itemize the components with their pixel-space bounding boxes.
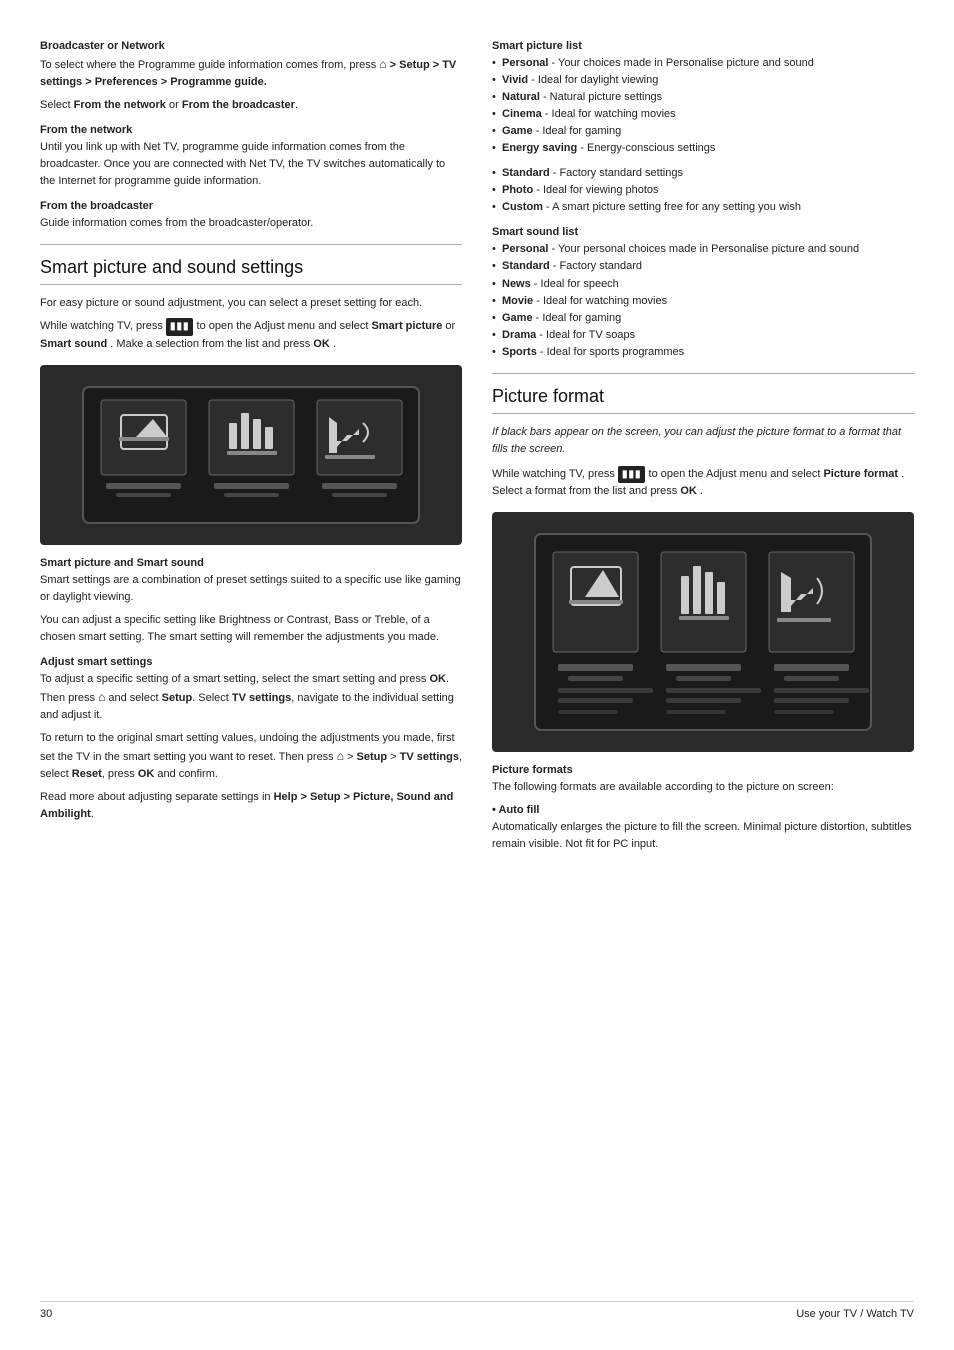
smart-picture-list-2: Standard - Factory standard settingsPhot… [492,165,914,216]
page-section-label: Use your TV / Watch TV [796,1308,914,1320]
adjust-icon-2: ▮▮▮ [618,466,646,484]
from-broadcaster-heading: From the broadcaster [40,200,462,212]
adjust-home-icon-2: ⌂ [337,747,344,766]
picture-formats-heading: Picture formats [492,764,914,776]
divider-2 [492,373,914,374]
select-para: Select From the network or From the broa… [40,97,462,114]
broadcaster-para1: To select where the Programme guide info… [40,55,462,91]
list-item: Movie - Ideal for watching movies [492,293,914,310]
smart-tv-image [40,365,462,545]
list-item: Natural - Natural picture settings [492,89,914,106]
list-item: Personal - Your personal choices made in… [492,241,914,258]
list-item: Personal - Your choices made in Personal… [492,55,914,72]
read-more-para: Read more about adjusting separate setti… [40,789,462,823]
smart-watch-para: While watching TV, press ▮▮▮ to open the… [40,318,462,353]
home-icon: ⌂ [379,55,386,74]
list-item: Game - Ideal for gaming [492,310,914,327]
page: Broadcaster or Network To select where t… [0,0,954,1350]
list-item: Standard - Factory standard settings [492,165,914,182]
adjust-icon: ▮▮▮ [166,318,194,336]
adjust-body2: To return to the original smart setting … [40,730,462,783]
list-item: Energy saving - Energy-conscious setting… [492,140,914,157]
from-network-body: Until you link up with Net TV, programme… [40,139,462,190]
smart-picture-list: Personal - Your choices made in Personal… [492,55,914,157]
smart-picture-sound-heading: Smart picture and Smart sound [40,557,462,569]
from-broadcaster-body: Guide information comes from the broadca… [40,215,462,232]
auto-fill-heading: • Auto fill [492,804,914,816]
smart-picture-list-heading: Smart picture list [492,40,914,52]
picture-format-tv-image [492,512,914,752]
list-item: Cinema - Ideal for watching movies [492,106,914,123]
right-column: Smart picture list Personal - Your choic… [492,30,914,1281]
from-network-heading: From the network [40,124,462,136]
smart-sound-list: Personal - Your personal choices made in… [492,241,914,360]
picture-format-heading: Picture format [492,386,914,414]
adjust-heading: Adjust smart settings [40,656,462,668]
smart-section-heading: Smart picture and sound settings [40,257,462,285]
page-footer: 30 Use your TV / Watch TV [40,1301,914,1320]
list-item: Photo - Ideal for viewing photos [492,182,914,199]
picture-format-tv-svg [533,532,873,732]
picture-format-body: While watching TV, press ▮▮▮ to open the… [492,466,914,501]
list-item: Drama - Ideal for TV soaps [492,327,914,344]
broadcaster-heading: Broadcaster or Network [40,40,462,52]
list-item: Game - Ideal for gaming [492,123,914,140]
list-item: News - Ideal for speech [492,276,914,293]
picture-formats-body: The following formats are available acco… [492,779,914,796]
two-column-layout: Broadcaster or Network To select where t… [40,30,914,1281]
page-number: 30 [40,1308,52,1320]
picture-format-italic: If black bars appear on the screen, you … [492,424,914,458]
left-column: Broadcaster or Network To select where t… [40,30,462,1281]
tv-image-svg [81,385,421,525]
list-item: Standard - Factory standard [492,258,914,275]
smart-sound-list-heading: Smart sound list [492,226,914,238]
adjust-body1: To adjust a specific setting of a smart … [40,671,462,724]
list-item: Sports - Ideal for sports programmes [492,344,914,361]
smart-picture-sound-body1: Smart settings are a combination of pres… [40,572,462,606]
divider-1 [40,244,462,245]
auto-fill-body: Automatically enlarges the picture to fi… [492,819,914,853]
list-item: Custom - A smart picture setting free fo… [492,199,914,216]
list-item: Vivid - Ideal for daylight viewing [492,72,914,89]
smart-intro: For easy picture or sound adjustment, yo… [40,295,462,312]
smart-picture-sound-body2: You can adjust a specific setting like B… [40,612,462,646]
